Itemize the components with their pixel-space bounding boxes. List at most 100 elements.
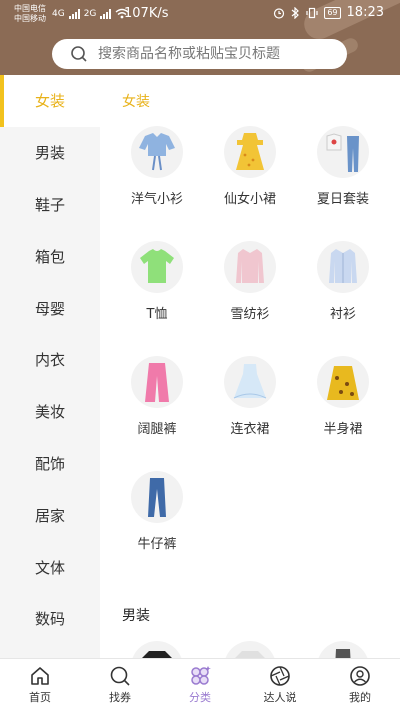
sidebar-item-label: 配饰 — [34, 454, 65, 473]
category-jeans[interactable]: 牛仔裤 — [111, 471, 203, 561]
nav-mine[interactable]: 我的 — [320, 659, 400, 711]
thumb — [224, 641, 276, 658]
category-tshirt[interactable]: T恤 — [111, 241, 203, 331]
shirt-icon — [329, 249, 357, 283]
sidebar-item-home[interactable]: 居家 — [0, 489, 100, 541]
carrier-1: 中国电信 — [14, 4, 46, 13]
category-men-shirt[interactable] — [204, 641, 296, 658]
header: 中国电信 中国移动 4G 2G 107K/s 69 18:23 — [0, 0, 400, 75]
category-label: 仙女小裙 — [223, 192, 276, 207]
category-summer-set[interactable]: 夏日套装 — [297, 126, 389, 216]
dress-icon — [236, 133, 264, 170]
thumb — [224, 356, 276, 408]
bottom-nav: 首页 找券 分类 达人说 我的 — [0, 658, 400, 711]
thumb — [317, 126, 369, 178]
sidebar-item-label: 数码 — [34, 610, 65, 629]
signal-bars-icon — [100, 8, 112, 19]
chiffon-shirt-icon — [236, 249, 264, 283]
search-coupon-icon — [110, 666, 130, 686]
sidebar-item-beauty[interactable]: 美妆 — [0, 386, 100, 438]
network-type-1: 4G — [52, 8, 65, 19]
thumb — [317, 241, 369, 293]
category-label: 衬衫 — [329, 307, 356, 322]
carrier-names: 中国电信 中国移动 — [14, 4, 46, 24]
search-icon — [71, 46, 87, 62]
battery-icon: 69 — [324, 6, 341, 19]
user-icon — [350, 666, 370, 686]
category-label: 半身裙 — [323, 422, 363, 437]
sidebar-item-label: 内衣 — [34, 351, 65, 370]
carrier-2: 中国移动 — [14, 14, 46, 23]
sidebar-item-label: 女装 — [34, 92, 65, 111]
sidebar-item-bags[interactable]: 箱包 — [0, 230, 100, 282]
sidebar-item-label: 鞋子 — [34, 195, 65, 214]
sidebar-item-accessories[interactable]: 配饰 — [0, 438, 100, 490]
bluetooth-icon — [291, 6, 300, 19]
clock: 18:23 — [346, 5, 384, 20]
status-right: 69 18:23 — [273, 5, 384, 20]
search-bar[interactable] — [52, 39, 347, 69]
category-label: 牛仔裤 — [137, 537, 177, 552]
category-label: 阔腿裤 — [137, 422, 177, 437]
nav-category[interactable]: 分类 — [160, 659, 240, 711]
nav-find-coupon[interactable]: 找券 — [80, 659, 160, 711]
category-blouse[interactable]: 洋气小衫 — [111, 126, 203, 216]
thumb — [131, 471, 183, 523]
thumb — [317, 356, 369, 408]
men-top-icon — [142, 651, 172, 658]
signal-bars-icon — [68, 8, 80, 19]
sidebar-item-label: 文体 — [34, 558, 65, 577]
sidebar-item-men[interactable]: 男装 — [0, 127, 100, 179]
network-speed: 107K/s — [124, 6, 169, 21]
skirt-icon — [327, 366, 359, 400]
nav-label: 分类 — [189, 691, 211, 704]
sidebar-item-shoes[interactable]: 鞋子 — [0, 179, 100, 231]
category-sidebar: 女装 男装 鞋子 箱包 母婴 内衣 美妆 配饰 居家 文体 数码 — [0, 75, 100, 658]
sidebar-item-baby[interactable]: 母婴 — [0, 282, 100, 334]
blouse-icon — [139, 133, 175, 171]
sidebar-item-label: 箱包 — [34, 247, 65, 266]
outfit-set-icon — [326, 133, 359, 172]
men-shirt-icon — [235, 651, 265, 658]
thumb — [224, 241, 276, 293]
category-fairy-dress[interactable]: 仙女小裙 — [204, 126, 296, 216]
category-chiffon[interactable]: 雪纺衫 — [204, 241, 296, 331]
signal-icons: 4G 2G — [52, 8, 129, 19]
nav-label: 达人说 — [263, 691, 297, 704]
category-men-pants[interactable] — [297, 641, 389, 658]
sidebar-item-stationery[interactable]: 文体 — [0, 541, 100, 593]
category-content: 女装 洋气小衫 仙女小裙 夏日套装 T恤 雪纺衫 衬衫 阔腿裤 连衣裙 半身裙 … — [100, 75, 400, 658]
nav-home[interactable]: 首页 — [0, 659, 80, 711]
category-icon — [191, 666, 211, 685]
vibrate-icon — [306, 7, 318, 18]
sidebar-item-digital[interactable]: 数码 — [0, 593, 100, 645]
category-skirt[interactable]: 半身裙 — [297, 356, 389, 446]
section-title-men: 男装 — [122, 608, 150, 624]
home-icon — [31, 667, 49, 685]
white-dress-icon — [233, 364, 267, 399]
search-input[interactable] — [98, 46, 328, 62]
category-white-dress[interactable]: 连衣裙 — [204, 356, 296, 446]
wide-pants-icon — [145, 363, 169, 402]
nav-label: 我的 — [349, 691, 371, 704]
category-label: 夏日套装 — [316, 192, 369, 207]
sidebar-item-underwear[interactable]: 内衣 — [0, 334, 100, 386]
nav-label: 找券 — [109, 691, 131, 704]
nav-label: 首页 — [29, 691, 51, 704]
thumb — [131, 241, 183, 293]
category-shirt[interactable]: 衬衫 — [297, 241, 389, 331]
nav-expert-talk[interactable]: 达人说 — [240, 659, 320, 711]
thumb — [131, 356, 183, 408]
thumb — [131, 126, 183, 178]
category-men-top[interactable] — [111, 641, 203, 658]
thumb — [317, 641, 369, 658]
men-pants-icon — [335, 649, 351, 658]
thumb — [224, 126, 276, 178]
sidebar-item-label: 男装 — [34, 144, 65, 163]
category-label: T恤 — [146, 307, 168, 322]
jeans-icon — [148, 478, 166, 517]
sidebar-item-women[interactable]: 女装 — [0, 75, 100, 127]
sidebar-item-label: 居家 — [34, 506, 65, 525]
category-wide-pants[interactable]: 阔腿裤 — [111, 356, 203, 446]
alarm-icon — [274, 7, 285, 19]
